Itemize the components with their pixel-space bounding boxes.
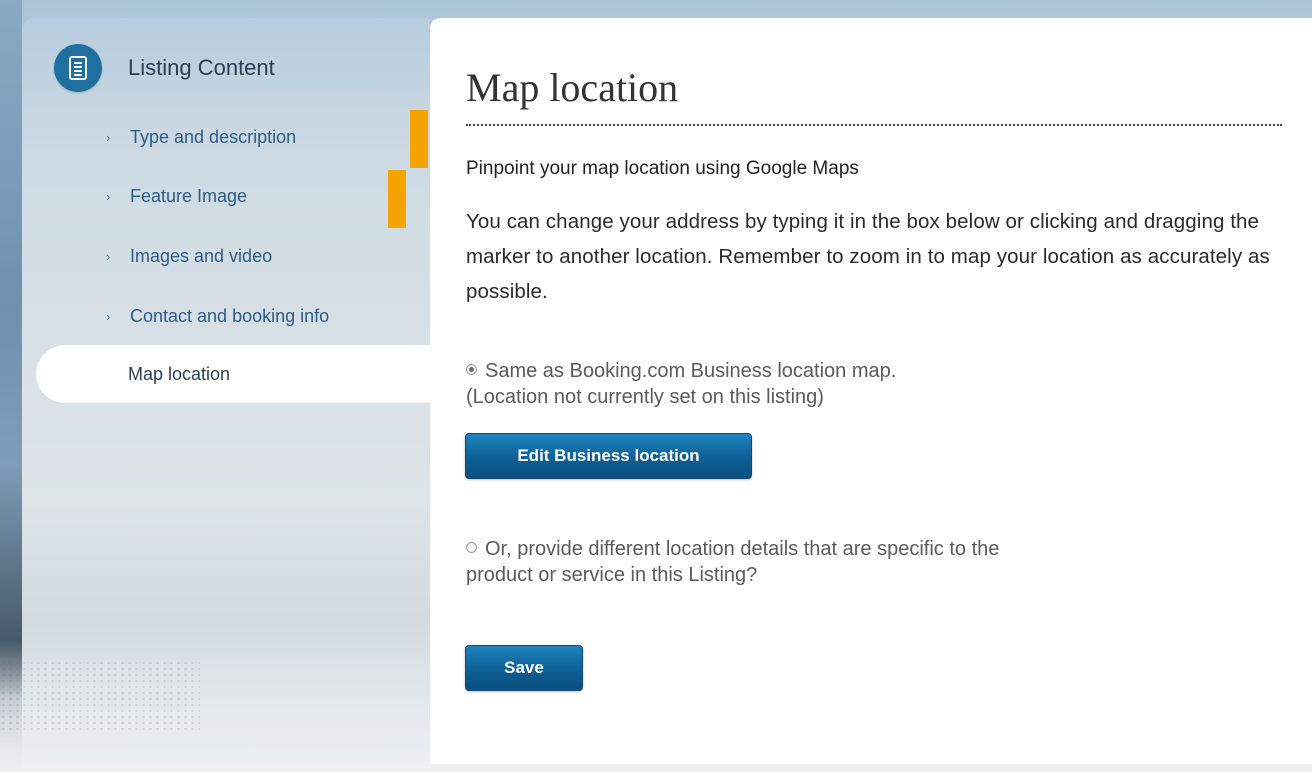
sidebar: Listing Content › Type and description ›… [22, 18, 430, 758]
sidebar-item-contact-and-booking-info[interactable]: › Contact and booking info [22, 296, 430, 336]
main-panel: Map location Pinpoint your map location … [430, 18, 1312, 772]
edit-business-location-button[interactable]: Edit Business location [465, 433, 752, 479]
chevron-right-icon: › [106, 308, 111, 324]
radio-button-unselected[interactable] [466, 542, 477, 553]
save-button[interactable]: Save [465, 645, 583, 691]
sidebar-item-label: Feature Image [130, 185, 248, 206]
section-description: You can change your address by typing it… [466, 210, 1270, 303]
sidebar-item-feature-image[interactable]: › Feature Image [22, 176, 430, 216]
radio-button-selected[interactable] [466, 364, 477, 375]
sidebar-item-type-and-description[interactable]: › Type and description [22, 117, 430, 157]
sidebar-item-map-location[interactable]: Map location [36, 345, 430, 403]
incomplete-marker [410, 110, 428, 168]
sidebar-item-label: Type and description [130, 126, 297, 147]
title-divider [466, 124, 1282, 126]
page-title: Map location [466, 65, 679, 110]
sidebar-item-images-and-video[interactable]: › Images and video [22, 236, 430, 276]
chevron-right-icon: › [106, 248, 111, 264]
option-different-location[interactable]: Or, provide different location details t… [466, 536, 999, 588]
chevron-right-icon: › [106, 129, 111, 145]
option-different-label-cont: product or service in this Listing? [466, 564, 758, 586]
sidebar-item-label: Map location [128, 363, 231, 384]
sidebar-title: Listing Content [128, 55, 275, 80]
document-list-icon [54, 44, 102, 92]
option-different-label: Or, provide different location details t… [485, 538, 1000, 560]
incomplete-marker [388, 170, 406, 228]
sidebar-item-label: Images and video [130, 245, 273, 266]
sidebar-item-label: Contact and booking info [130, 305, 330, 326]
option-same-label: Same as Booking.com Business location ma… [485, 360, 897, 382]
option-same-as-business[interactable]: Same as Booking.com Business location ma… [466, 358, 896, 410]
option-same-note: (Location not currently set on this list… [466, 386, 824, 408]
sidebar-header: Listing Content [54, 44, 275, 92]
footer-strip [430, 764, 1312, 772]
section-subheading: Pinpoint your map location using Google … [466, 158, 859, 179]
chevron-right-icon: › [106, 188, 111, 204]
